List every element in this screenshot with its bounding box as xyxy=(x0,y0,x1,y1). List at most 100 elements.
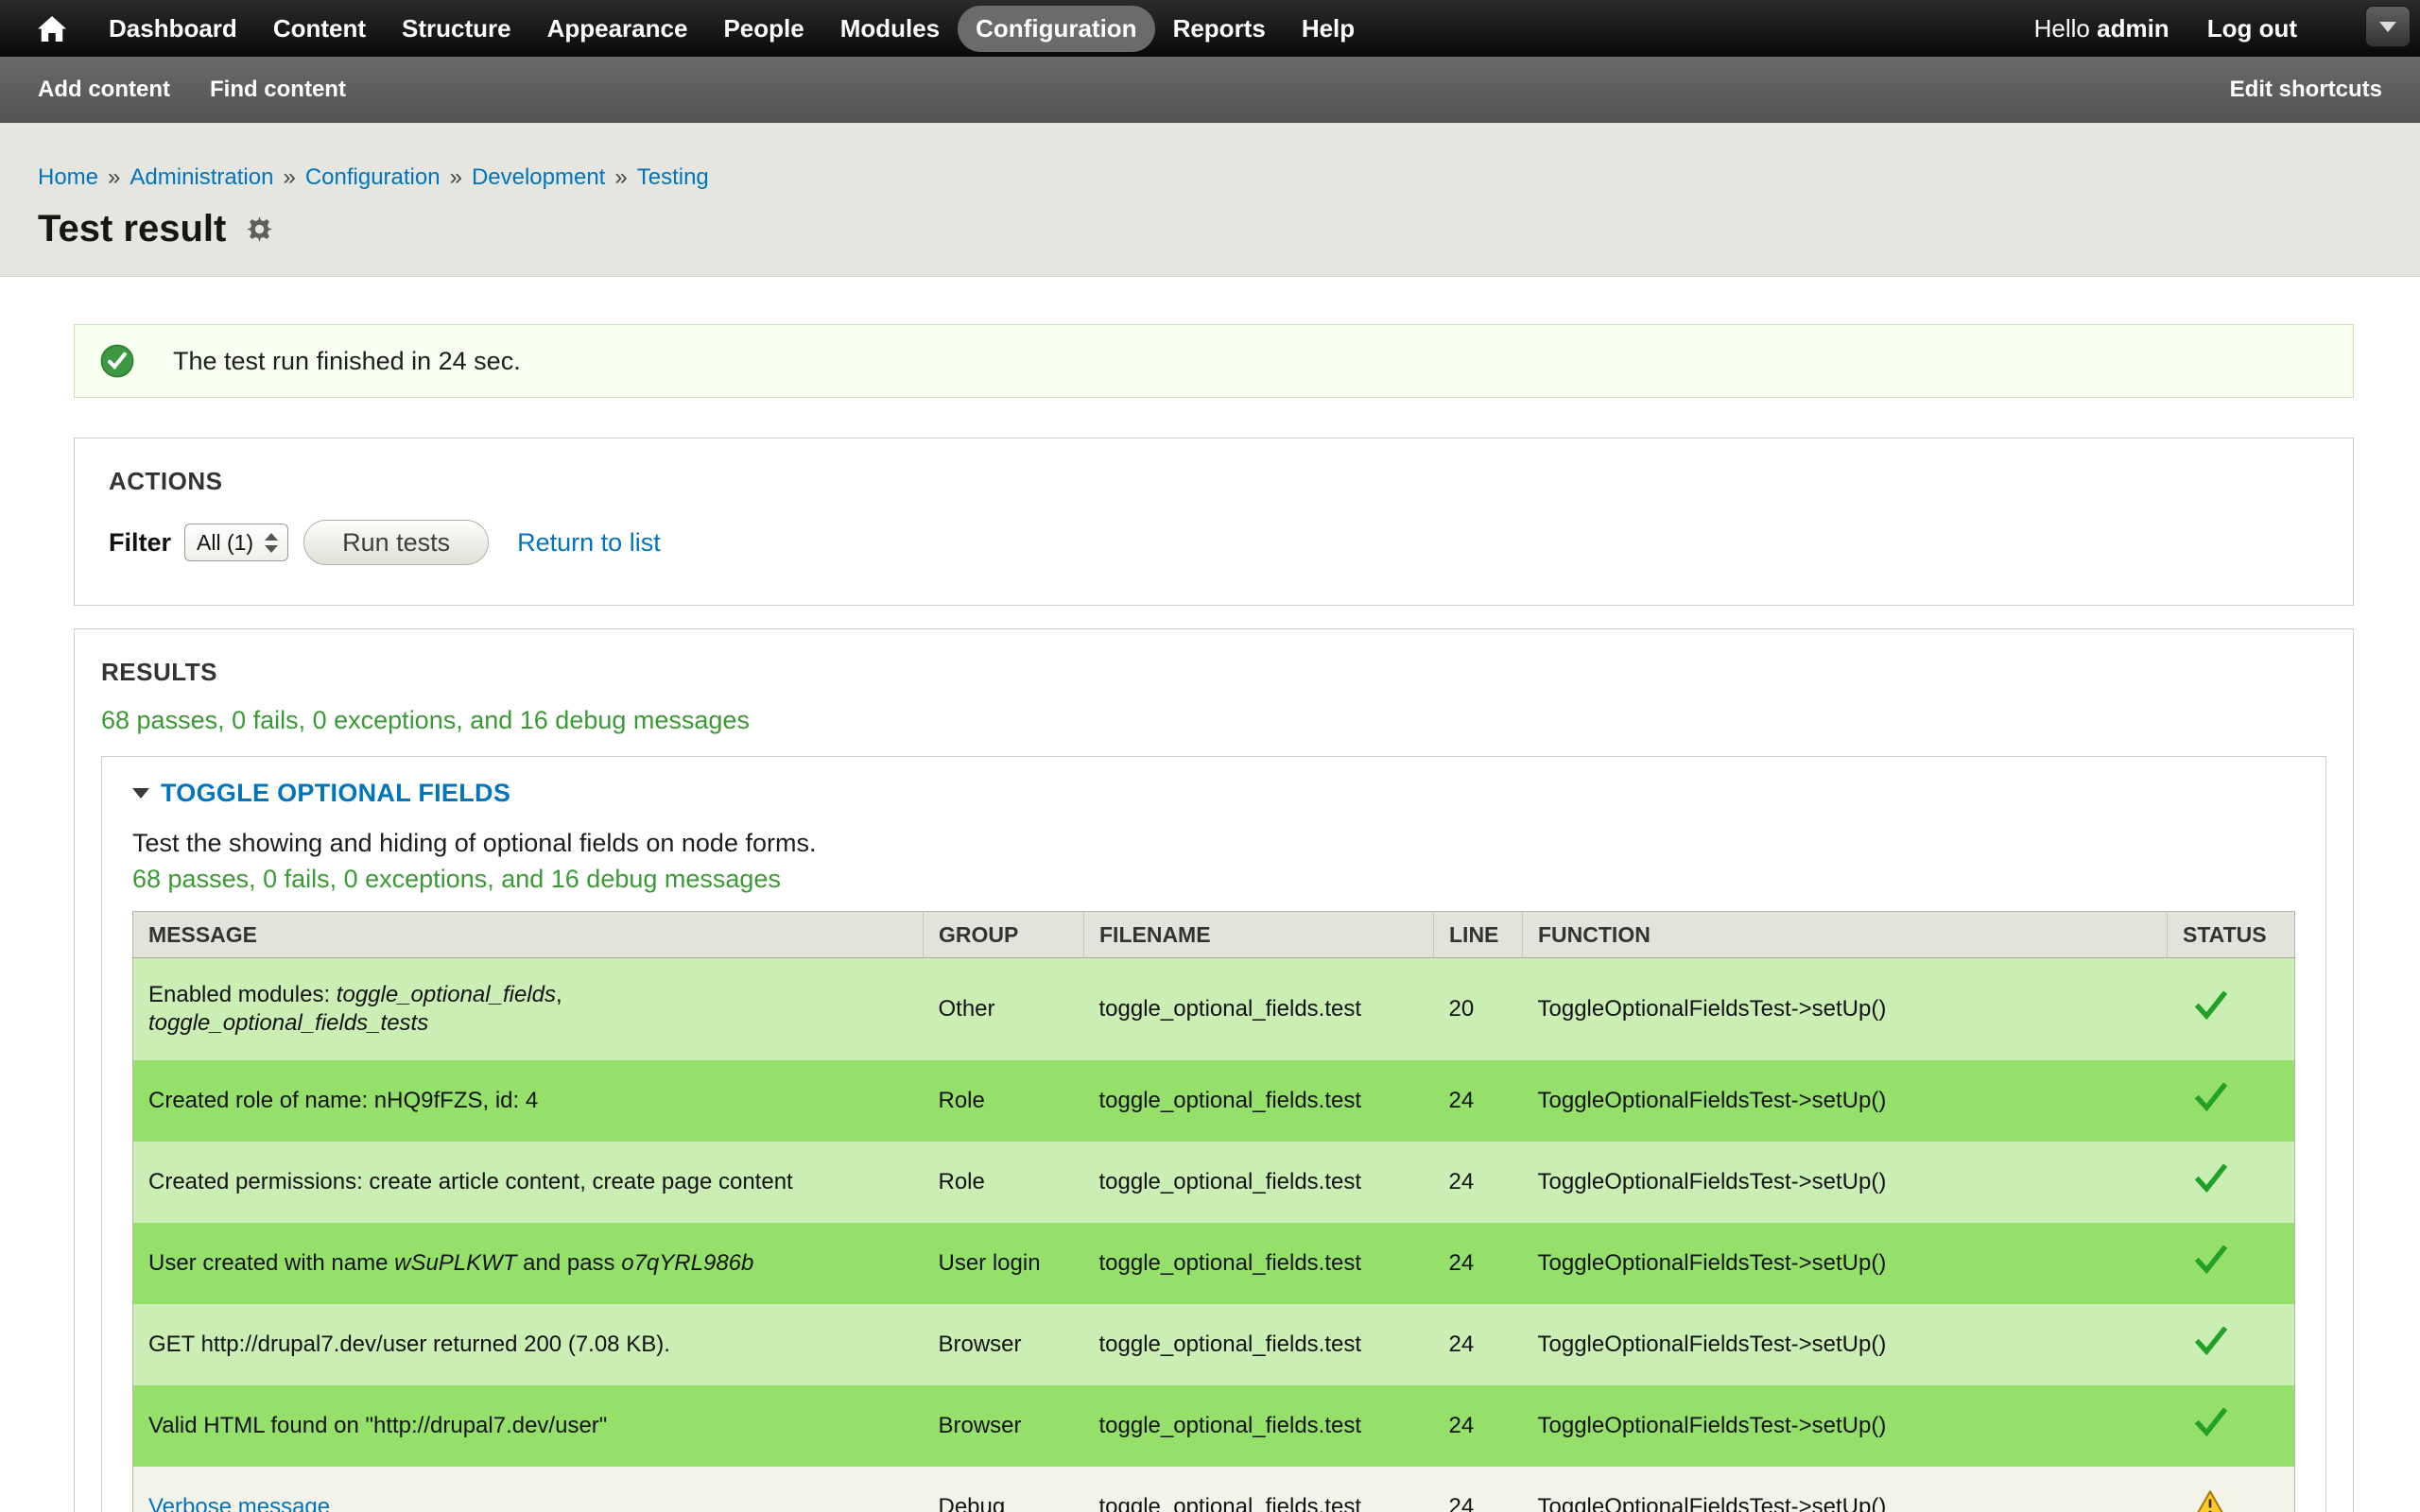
breadcrumb-separator: » xyxy=(614,164,627,190)
results-table: MESSAGEGROUPFILENAMELINEFUNCTIONSTATUS E… xyxy=(132,911,2295,1512)
message-text: Created permissions: create article cont… xyxy=(148,1169,793,1194)
function-cell: ToggleOptionalFieldsTest->setUp() xyxy=(1523,1385,2168,1467)
group-cell: Role xyxy=(924,1142,1084,1223)
return-to-list-link[interactable]: Return to list xyxy=(517,528,661,558)
function-cell: ToggleOptionalFieldsTest->setUp() xyxy=(1523,1223,2168,1304)
toolbar-item-reports[interactable]: Reports xyxy=(1155,6,1284,52)
message-cell: Enabled modules: toggle_optional_fields,… xyxy=(133,958,924,1061)
breadcrumb-link-configuration[interactable]: Configuration xyxy=(305,164,441,190)
line-cell: 24 xyxy=(1434,1467,1523,1512)
filter-label: Filter xyxy=(109,528,171,558)
toolbar-item-dashboard[interactable]: Dashboard xyxy=(91,6,255,52)
header-row: MESSAGEGROUPFILENAMELINEFUNCTIONSTATUS xyxy=(133,912,2295,958)
column-header-message: MESSAGE xyxy=(133,912,924,958)
message-text: , xyxy=(556,982,562,1007)
status-pass-icon xyxy=(2194,1246,2228,1274)
breadcrumb-link-home[interactable]: Home xyxy=(38,164,98,190)
status-warning-icon xyxy=(2194,1489,2226,1512)
status-cell xyxy=(2168,1304,2295,1385)
status-pass-icon xyxy=(2194,1327,2228,1355)
status-pass-icon xyxy=(2194,1408,2228,1436)
page-title: Test result xyxy=(38,206,226,251)
function-cell: ToggleOptionalFieldsTest->setUp() xyxy=(1523,1304,2168,1385)
message-cell: Created permissions: create article cont… xyxy=(133,1142,924,1223)
group-cell: Browser xyxy=(924,1385,1084,1467)
results-table-body: Enabled modules: toggle_optional_fields,… xyxy=(133,958,2295,1512)
result-row: Verbose messageDebugtoggle_optional_fiel… xyxy=(133,1467,2295,1512)
message-text: Valid HTML found on "http://drupal7.dev/… xyxy=(148,1413,607,1438)
column-header-filename: FILENAME xyxy=(1084,912,1434,958)
title-row: Test result xyxy=(38,206,2382,251)
message-emphasis: toggle_optional_fields xyxy=(337,982,556,1007)
function-cell: ToggleOptionalFieldsTest->setUp() xyxy=(1523,1060,2168,1142)
toolbar-item-modules[interactable]: Modules xyxy=(822,6,958,52)
message-cell: Valid HTML found on "http://drupal7.dev/… xyxy=(133,1385,924,1467)
result-row: Valid HTML found on "http://drupal7.dev/… xyxy=(133,1385,2295,1467)
filter-row: Filter All (1) Run tests Return to list xyxy=(109,520,2319,565)
group-cell: Role xyxy=(924,1060,1084,1142)
toolbar-item-configuration[interactable]: Configuration xyxy=(958,6,1154,52)
toolbar-toggle-button[interactable] xyxy=(2365,6,2411,47)
status-pass-icon xyxy=(2194,1083,2228,1111)
message-emphasis: o7qYRL986b xyxy=(621,1250,753,1276)
results-panel: RESULTS 68 passes, 0 fails, 0 exceptions… xyxy=(74,628,2354,1512)
result-row: GET http://drupal7.dev/user returned 200… xyxy=(133,1304,2295,1385)
home-button[interactable] xyxy=(25,16,79,42)
breadcrumb-link-testing[interactable]: Testing xyxy=(637,164,709,190)
chevron-down-icon xyxy=(2379,22,2396,32)
function-cell: ToggleOptionalFieldsTest->setUp() xyxy=(1523,1467,2168,1512)
username: admin xyxy=(2097,14,2169,43)
toolbar-user-area: Hello admin Log out xyxy=(2034,14,2297,43)
shortcut-bar: Add content Find content Edit shortcuts xyxy=(0,57,2420,123)
group-cell: Browser xyxy=(924,1304,1084,1385)
logout-link[interactable]: Log out xyxy=(2207,14,2297,43)
status-ok-icon xyxy=(99,343,135,379)
toolbar-item-content[interactable]: Content xyxy=(255,6,384,52)
shortcut-find-content[interactable]: Find content xyxy=(210,77,346,103)
message-text: User created with name xyxy=(148,1250,394,1276)
page-header: Home » Administration » Configuration » Develo… xyxy=(0,123,2420,277)
status-cell xyxy=(2168,1142,2295,1223)
shortcut-links: Add content Find content xyxy=(38,77,2230,103)
filter-select[interactable]: All (1) xyxy=(184,524,288,561)
filename-cell: toggle_optional_fields.test xyxy=(1084,1223,1434,1304)
toolbar-item-appearance[interactable]: Appearance xyxy=(529,6,706,52)
status-cell xyxy=(2168,1385,2295,1467)
toolbar-item-structure[interactable]: Structure xyxy=(384,6,529,52)
breadcrumb-link-administration[interactable]: Administration xyxy=(130,164,273,190)
result-row: User created with name wSuPLKWT and pass… xyxy=(133,1223,2295,1304)
status-pass-icon xyxy=(2194,1164,2228,1193)
verbose-message-link[interactable]: Verbose message xyxy=(148,1494,330,1512)
result-row: Enabled modules: toggle_optional_fields,… xyxy=(133,958,2295,1061)
admin-toolbar: DashboardContentStructureAppearancePeopl… xyxy=(0,0,2420,57)
line-cell: 20 xyxy=(1434,958,1523,1061)
breadcrumb-separator: » xyxy=(450,164,462,190)
status-cell xyxy=(2168,1467,2295,1512)
filename-cell: toggle_optional_fields.test xyxy=(1084,958,1434,1061)
main-content: The test run finished in 24 sec. ACTIONS… xyxy=(0,277,2420,1512)
shortcut-add-content[interactable]: Add content xyxy=(38,77,170,103)
test-group-fieldset: TOGGLE OPTIONAL FIELDS Test the showing … xyxy=(101,756,2326,1512)
message-cell: Created role of name: nHQ9fFZS, id: 4 xyxy=(133,1060,924,1142)
test-group-title-link[interactable]: TOGGLE OPTIONAL FIELDS xyxy=(161,778,510,808)
result-row: Created role of name: nHQ9fFZS, id: 4Rol… xyxy=(133,1060,2295,1142)
results-summary: 68 passes, 0 fails, 0 exceptions, and 16… xyxy=(101,705,2326,735)
message-text: GET http://drupal7.dev/user returned 200… xyxy=(148,1332,670,1357)
run-tests-button[interactable]: Run tests xyxy=(303,520,489,565)
breadcrumb: Home » Administration » Configuration » Develo… xyxy=(38,164,2382,191)
column-header-line: LINE xyxy=(1434,912,1523,958)
edit-shortcuts-link[interactable]: Edit shortcuts xyxy=(2230,77,2382,103)
toolbar-item-people[interactable]: People xyxy=(705,6,821,52)
breadcrumb-separator: » xyxy=(108,164,120,190)
status-message-text: The test run finished in 24 sec. xyxy=(173,347,521,376)
breadcrumb-link-development[interactable]: Development xyxy=(472,164,605,190)
message-cell: GET http://drupal7.dev/user returned 200… xyxy=(133,1304,924,1385)
status-pass-icon xyxy=(2194,991,2228,1020)
filename-cell: toggle_optional_fields.test xyxy=(1084,1304,1434,1385)
filename-cell: toggle_optional_fields.test xyxy=(1084,1060,1434,1142)
toolbar-item-help[interactable]: Help xyxy=(1284,6,1373,52)
result-row: Created permissions: create article cont… xyxy=(133,1142,2295,1223)
contextual-gear-icon[interactable] xyxy=(247,216,272,242)
results-legend: RESULTS xyxy=(101,658,2326,686)
filter-selected-value: All (1) xyxy=(197,530,253,556)
